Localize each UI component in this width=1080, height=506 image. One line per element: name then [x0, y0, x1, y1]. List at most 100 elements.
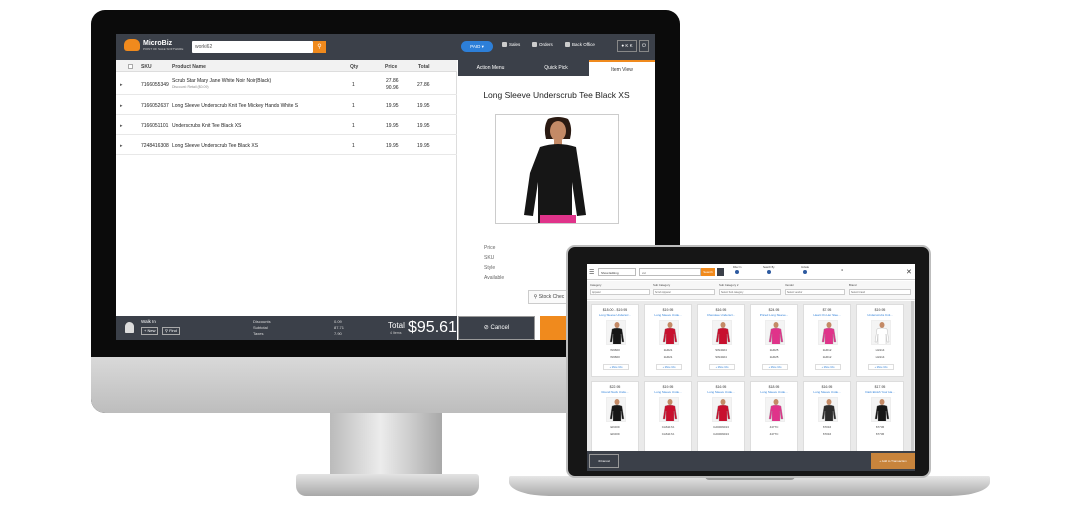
new-customer-button[interactable]: + New — [141, 327, 159, 335]
product-price: $18.00 - $19.95 — [602, 308, 628, 312]
cancel-button[interactable]: ⊘ Cancel — [458, 316, 535, 340]
back-office-icon — [565, 42, 570, 48]
col-product-name: Product Name — [172, 64, 206, 70]
laptop-cancel-button[interactable]: ⊘Cancel — [589, 454, 619, 468]
product-card[interactable]: $19.95 Underscrubs Knit... HL914 HL914 + Mor… — [856, 304, 904, 377]
paid-toggle[interactable]: PAID ▾ — [461, 41, 493, 52]
mode-select[interactable]: Show Editing — [598, 268, 636, 276]
product-thumbnail — [712, 397, 732, 422]
product-card[interactable]: $7.95 Heart On Her Slee... 1H612 1H612 + Mor… — [803, 304, 851, 377]
product-name[interactable]: Long Sleeve Underscr... — [592, 313, 638, 317]
expand-icon[interactable]: ▸ — [120, 123, 123, 129]
product-sku: HL914 — [875, 348, 885, 352]
add-label: Add to Transaction — [881, 459, 907, 463]
expand-icon[interactable]: ▸ — [120, 82, 123, 88]
product-thumbnail — [712, 320, 732, 345]
settings-icon[interactable]: ⚙ — [841, 269, 843, 272]
product-image — [495, 114, 619, 224]
more-info-button[interactable]: + More Info — [815, 364, 841, 370]
include-option[interactable]: Include — [801, 266, 809, 274]
product-name[interactable]: Dark Elvish Your Ha... — [857, 390, 903, 394]
product-name[interactable]: Underscrubs Knit... — [857, 313, 903, 317]
product-price: $19.95 — [874, 308, 886, 312]
product-card[interactable]: $17.95 Dark Elvish Your Ha... 67736 67736 — [856, 381, 904, 454]
user-menu-button[interactable]: ● K K — [617, 40, 637, 52]
product-card[interactable]: $19.95 Long Sleeve Unde... 1H621 1H621 + Mor… — [644, 304, 692, 377]
product-sku-alt: CA6117A — [661, 432, 675, 436]
row-sku: 7166055349 — [141, 82, 169, 88]
expand-icon[interactable]: ▸ — [120, 143, 123, 149]
menu-icon[interactable]: ☰ — [589, 269, 594, 276]
subcategory2-select[interactable]: Select Sub category — [719, 289, 781, 295]
model-photo — [821, 322, 837, 344]
more-info-label: More Info — [611, 366, 623, 369]
product-card[interactable]: $16.95 Long Sleeve Unde... 67016 67016 — [803, 381, 851, 454]
laptop-search-button[interactable]: Search — [701, 268, 715, 276]
row-name: Long Sleeve Underscrub Knit Tee Mickey H… — [172, 103, 299, 109]
find-customer-button[interactable]: ⚲ Find — [162, 327, 180, 335]
cart-row[interactable]: ▸ 7166051101 Underscrubs Knit Tee Black … — [116, 116, 457, 135]
filter-in-option[interactable]: Filter In — [733, 266, 741, 274]
product-card[interactable]: $22.95 Round Neck Unde... EK009 EK009 — [591, 381, 639, 454]
category-select[interactable]: Apparel — [590, 289, 650, 295]
more-info-button[interactable]: + More Info — [868, 364, 894, 370]
brand-select[interactable]: Select brand — [849, 289, 911, 295]
option-label: Include — [801, 266, 810, 269]
product-name[interactable]: Long Sleeve Unde... — [645, 390, 691, 394]
nav-orders[interactable]: Orders — [532, 42, 553, 48]
nav-sales[interactable]: Sales — [502, 42, 521, 48]
more-info-button[interactable]: + More Info — [762, 364, 788, 370]
close-icon[interactable]: ✕ — [906, 268, 912, 276]
select-all-checkbox[interactable] — [128, 64, 133, 69]
product-name[interactable]: Long Sleeve Unde... — [645, 313, 691, 317]
product-card[interactable]: $18.95 Long Sleeve Unde... 4477C 4477C — [750, 381, 798, 454]
product-sku: EK009 — [610, 425, 620, 429]
product-card[interactable]: $24.95 Priced Long Sleeve... 1H625 1H625 + M… — [750, 304, 798, 377]
laptop-cancel-label: Cancel — [600, 459, 610, 463]
tab-quick-pick[interactable]: Quick Pick — [523, 60, 589, 76]
product-name[interactable]: Round Neck Unde... — [592, 390, 638, 394]
search-by-option[interactable]: Search By — [763, 266, 775, 274]
product-card[interactable]: $18.00 - $19.95 Long Sleeve Underscr... W9… — [591, 304, 639, 377]
product-card[interactable]: $19.95 Long Sleeve Unde... CA6117A CA6117A — [644, 381, 692, 454]
cart-row[interactable]: ▸ 7166052637 Long Sleeve Underscrub Knit… — [116, 96, 457, 115]
product-sku: 1H612 — [822, 348, 832, 352]
product-search-input[interactable]: worki62 — [192, 41, 313, 53]
find-label: Find — [169, 328, 177, 333]
product-name[interactable]: Heart On Her Slee... — [804, 313, 850, 317]
expand-icon[interactable]: ▸ — [120, 103, 123, 109]
more-info-button[interactable]: + More Info — [709, 364, 735, 370]
product-card[interactable]: $16.95 Long Sleeve Unde... CA6009013 CA6009… — [697, 381, 745, 454]
vendor-select[interactable]: Select vendor — [785, 289, 845, 295]
product-name[interactable]: Cherokee Underscr... — [698, 313, 744, 317]
nav-sales-label: Sales — [509, 42, 521, 47]
product-name[interactable]: Long Sleeve Unde... — [804, 390, 850, 394]
product-name[interactable]: Long Sleeve Unde... — [751, 390, 797, 394]
tab-action-menu[interactable]: Action Menu — [458, 60, 523, 76]
tab-item-view[interactable]: Item View — [589, 60, 655, 76]
row-sku: 7166052637 — [141, 103, 169, 109]
laptop-search-input[interactable]: xxl — [639, 268, 701, 276]
power-button[interactable]: ⏻ — [639, 40, 649, 52]
more-info-button[interactable]: + More Info — [603, 364, 629, 370]
product-sku: 67736 — [875, 425, 885, 429]
grid-scrollbar[interactable] — [911, 301, 914, 451]
subcategory-select[interactable]: Scrub Apparel — [653, 289, 715, 295]
product-name[interactable]: Long Sleeve Unde... — [698, 390, 744, 394]
search-button[interactable]: ⚲ — [313, 41, 326, 53]
product-sku: 4477C — [769, 425, 779, 429]
cart-row[interactable]: ▸ 7248416308 Long Sleeve Underscrub Tee … — [116, 136, 457, 155]
nav-orders-label: Orders — [539, 42, 553, 47]
product-card[interactable]: $16.95 Cherokee Underscr... SW4024 SW4024 + … — [697, 304, 745, 377]
total-label: Total — [388, 321, 405, 330]
nav-back-office[interactable]: Back Office — [565, 42, 595, 48]
more-info-label: More Info — [823, 366, 835, 369]
add-to-transaction-button[interactable]: + Add to Transaction — [871, 453, 915, 469]
more-info-button[interactable]: + More Info — [656, 364, 682, 370]
stock-check-button[interactable]: ⚲ Stock Chec — [528, 290, 570, 304]
product-name[interactable]: Priced Long Sleeve... — [751, 313, 797, 317]
cart-row[interactable]: ▸ 7166055349 Scrub Star Mary Jane White … — [116, 73, 457, 95]
barcode-button[interactable] — [717, 268, 724, 276]
product-price: $16.95 — [715, 385, 727, 389]
cart-table: SKU Product Name Qty Price Total ▸ 71660… — [116, 60, 457, 316]
